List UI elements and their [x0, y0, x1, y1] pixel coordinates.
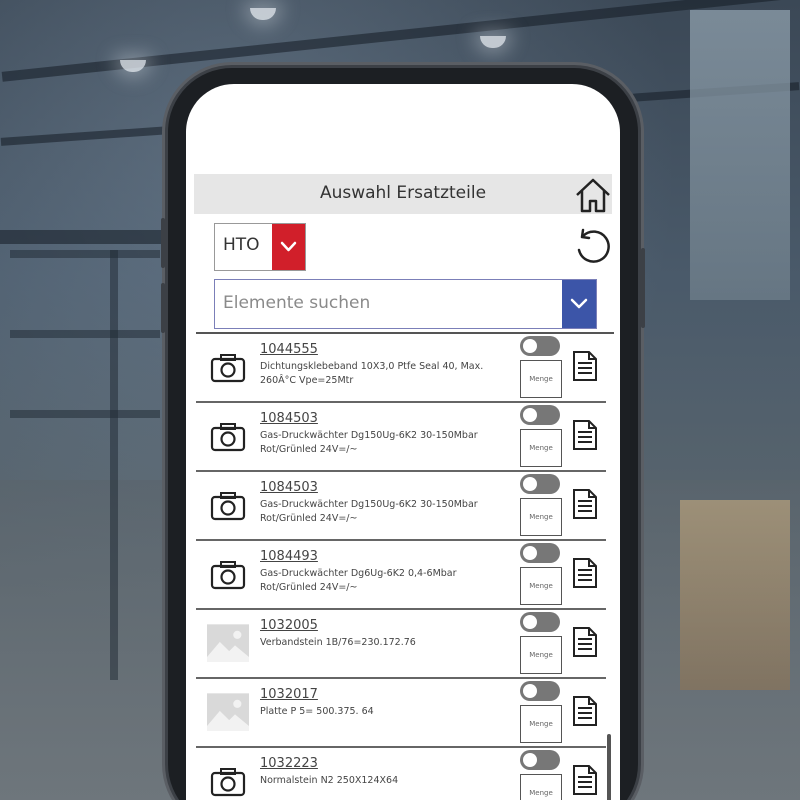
- ceiling-light: [120, 60, 146, 72]
- document-icon[interactable]: [572, 488, 598, 520]
- list-item: 1032017 Platte P 5= 500.375. 64 Menge: [196, 679, 606, 748]
- list-item: 1084503 Gas-Druckwächter Dg150Ug-6K2 30-…: [196, 403, 606, 472]
- part-number-link[interactable]: 1084503: [260, 480, 318, 495]
- volume-button: [161, 218, 165, 268]
- part-description: Gas-Druckwächter Dg6Ug-6K2 0,4-6Mbar Rot…: [260, 568, 457, 593]
- camera-icon[interactable]: [210, 766, 246, 798]
- part-number-link[interactable]: 1084493: [260, 549, 318, 564]
- search-placeholder: Elemente suchen: [223, 293, 371, 313]
- image-placeholder-icon[interactable]: [207, 624, 249, 662]
- select-toggle[interactable]: [520, 474, 560, 494]
- quantity-input[interactable]: Menge: [520, 567, 562, 605]
- ceiling-beam: [0, 230, 170, 244]
- quantity-input[interactable]: Menge: [520, 705, 562, 743]
- header-bar: Auswahl Ersatzteile: [194, 174, 612, 214]
- select-toggle[interactable]: [520, 405, 560, 425]
- warehouse-door: [690, 10, 790, 300]
- select-toggle[interactable]: [520, 543, 560, 563]
- list-item: 1032223 Normalstein N2 250X124X64 Menge: [196, 748, 606, 800]
- search-input[interactable]: Elemente suchen: [214, 279, 597, 329]
- chevron-down-icon: [570, 298, 588, 309]
- filter-value: HTO: [223, 235, 260, 255]
- dropdown-arrow-button[interactable]: [272, 224, 305, 270]
- power-button: [641, 248, 645, 328]
- quantity-input[interactable]: Menge: [520, 636, 562, 674]
- document-icon[interactable]: [572, 557, 598, 589]
- part-number-link[interactable]: 1032017: [260, 687, 318, 702]
- ceiling-light: [480, 36, 506, 48]
- camera-icon[interactable]: [210, 490, 246, 522]
- image-placeholder-icon[interactable]: [207, 693, 249, 731]
- parts-list: 1044555 Dichtungsklebeband 10X3,0 Ptfe S…: [196, 334, 606, 800]
- part-description: Dichtungsklebeband 10X3,0 Ptfe Seal 40, …: [260, 361, 484, 386]
- select-toggle[interactable]: [520, 750, 560, 770]
- quantity-input[interactable]: Menge: [520, 360, 562, 398]
- part-description: Normalstein N2 250X124X64: [260, 775, 399, 786]
- filter-dropdown[interactable]: HTO: [214, 223, 306, 271]
- part-number-link[interactable]: 1032005: [260, 618, 318, 633]
- document-icon[interactable]: [572, 350, 598, 382]
- camera-icon[interactable]: [210, 352, 246, 384]
- document-icon[interactable]: [572, 626, 598, 658]
- phone-screen: Auswahl Ersatzteile HTO Elemente suchen: [186, 84, 620, 800]
- list-item: 1084493 Gas-Druckwächter Dg6Ug-6K2 0,4-6…: [196, 541, 606, 610]
- page-title: Auswahl Ersatzteile: [319, 183, 487, 203]
- quantity-input[interactable]: Menge: [520, 429, 562, 467]
- scrollbar[interactable]: [607, 734, 611, 800]
- part-description: Gas-Druckwächter Dg150Ug-6K2 30-150Mbar …: [260, 430, 478, 455]
- list-item: 1084503 Gas-Druckwächter Dg150Ug-6K2 30-…: [196, 472, 606, 541]
- part-number-link[interactable]: 1032223: [260, 756, 318, 771]
- select-toggle[interactable]: [520, 612, 560, 632]
- quantity-input[interactable]: Menge: [520, 774, 562, 800]
- reset-icon[interactable]: [571, 227, 613, 269]
- crate: [680, 500, 790, 690]
- shelf: [10, 410, 160, 418]
- select-toggle[interactable]: [520, 681, 560, 701]
- shelf: [10, 330, 160, 338]
- chevron-down-icon: [280, 241, 297, 252]
- rack-post: [110, 250, 118, 680]
- ceiling-light: [250, 8, 276, 20]
- search-dropdown-button[interactable]: [562, 280, 596, 328]
- part-description: Platte P 5= 500.375. 64: [260, 706, 374, 717]
- list-item: 1032005 Verbandstein 1B/76=230.172.76 Me…: [196, 610, 606, 679]
- part-description: Verbandstein 1B/76=230.172.76: [260, 637, 416, 648]
- select-toggle[interactable]: [520, 336, 560, 356]
- list-item: 1044555 Dichtungsklebeband 10X3,0 Ptfe S…: [196, 334, 606, 403]
- quantity-input[interactable]: Menge: [520, 498, 562, 536]
- camera-icon[interactable]: [210, 421, 246, 453]
- document-icon[interactable]: [572, 695, 598, 727]
- part-description: Gas-Druckwächter Dg150Ug-6K2 30-150Mbar …: [260, 499, 478, 524]
- home-icon[interactable]: [574, 176, 612, 214]
- part-number-link[interactable]: 1084503: [260, 411, 318, 426]
- volume-button: [161, 283, 165, 333]
- document-icon[interactable]: [572, 419, 598, 451]
- camera-icon[interactable]: [210, 559, 246, 591]
- part-number-link[interactable]: 1044555: [260, 342, 318, 357]
- shelf: [10, 250, 160, 258]
- document-icon[interactable]: [572, 764, 598, 796]
